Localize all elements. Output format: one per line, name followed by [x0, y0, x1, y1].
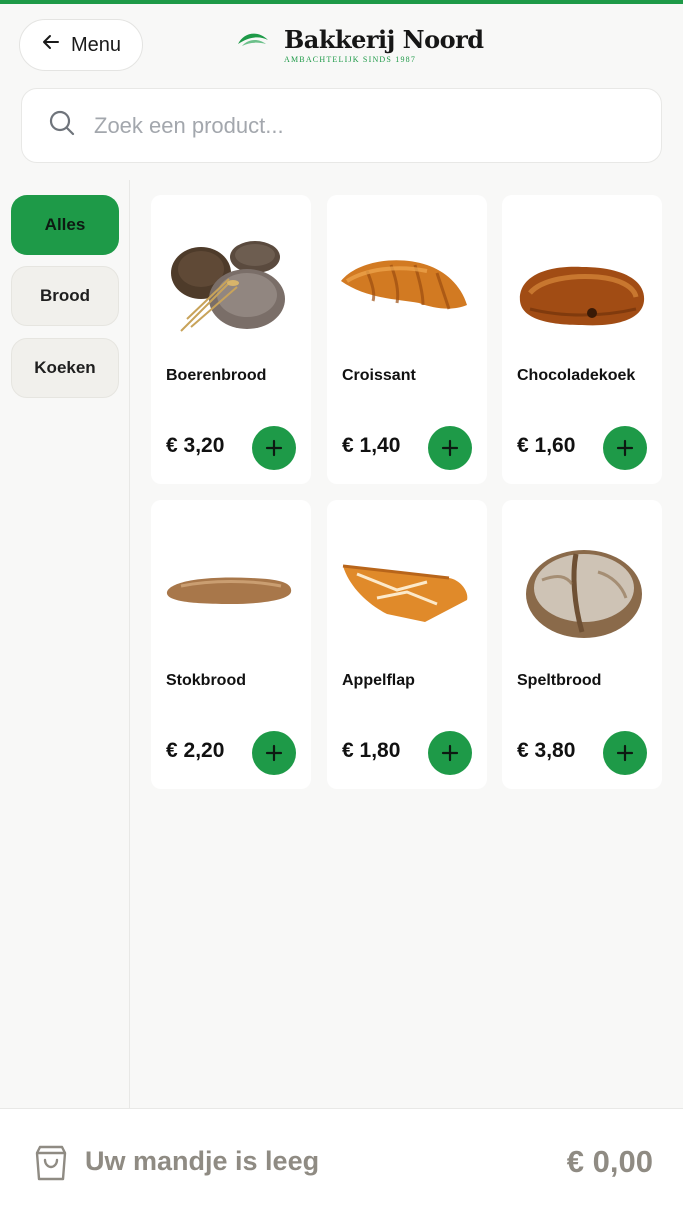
product-name: Boerenbrood: [166, 367, 267, 384]
brand-logo: Bakkerij Noord AMBACHTELIJK SINDS 1987: [236, 26, 484, 64]
product-card-chocoladekoek[interactable]: Chocoladekoek € 1,60: [502, 195, 662, 484]
leaf-logo-icon: [236, 30, 270, 55]
shopping-bag-icon: [32, 1143, 70, 1188]
croissant-image: [341, 260, 467, 310]
category-alles[interactable]: Alles: [11, 195, 119, 255]
back-to-menu-button[interactable]: Menu: [19, 19, 143, 71]
product-card-croissant[interactable]: Croissant € 1,40: [327, 195, 487, 484]
speltbrood-image: [526, 550, 642, 638]
plus-icon: [616, 744, 634, 762]
product-price: € 1,60: [517, 434, 576, 457]
add-to-cart-button[interactable]: [603, 426, 647, 470]
product-name: Speltbrood: [517, 672, 602, 689]
product-price: € 3,80: [517, 739, 576, 762]
arrow-left-icon: [41, 32, 61, 58]
category-koeken[interactable]: Koeken: [11, 338, 119, 398]
plus-icon: [616, 439, 634, 457]
cart-total: € 0,00: [566, 1144, 653, 1179]
product-name: Croissant: [342, 367, 416, 384]
product-card-appelflap[interactable]: Appelflap € 1,80: [327, 500, 487, 789]
chocoladekoek-image: [519, 266, 645, 326]
category-sidebar: Alles Brood Koeken: [0, 180, 130, 1108]
plus-icon: [265, 744, 283, 762]
add-to-cart-button[interactable]: [252, 426, 296, 470]
product-price: € 2,20: [166, 739, 225, 762]
stokbrood-image: [166, 577, 292, 604]
add-to-cart-button[interactable]: [603, 731, 647, 775]
category-brood[interactable]: Brood: [11, 266, 119, 326]
cart-footer[interactable]: Uw mandje is leeg € 0,00: [0, 1108, 683, 1214]
product-name: Stokbrood: [166, 672, 246, 689]
plus-icon: [265, 439, 283, 457]
plus-icon: [441, 439, 459, 457]
product-name: Appelflap: [342, 672, 415, 689]
appelflap-image: [342, 564, 468, 622]
product-card-stokbrood[interactable]: Stokbrood € 2,20: [151, 500, 311, 789]
boerenbrood-image: [171, 241, 285, 332]
plus-icon: [441, 744, 459, 762]
search-input[interactable]: [92, 111, 616, 140]
top-accent-bar: [0, 0, 683, 4]
product-card-speltbrood[interactable]: Speltbrood € 3,80: [502, 500, 662, 789]
cart-status: Uw mandje is leeg: [85, 1146, 320, 1176]
product-card-boerenbrood[interactable]: Boerenbrood € 3,20: [151, 195, 311, 484]
product-price: € 1,80: [342, 739, 401, 762]
product-name: Chocoladekoek: [517, 367, 636, 384]
back-to-menu-label: Menu: [70, 33, 122, 56]
add-to-cart-button[interactable]: [428, 731, 472, 775]
brand-name: Bakkerij Noord: [284, 25, 484, 54]
product-price: € 1,40: [342, 434, 401, 457]
brand-tagline: AMBACHTELIJK SINDS 1987: [284, 55, 417, 64]
add-to-cart-button[interactable]: [252, 731, 296, 775]
search-icon: [48, 109, 76, 142]
product-price: € 3,20: [166, 434, 225, 457]
search-bar[interactable]: [21, 88, 662, 163]
add-to-cart-button[interactable]: [428, 426, 472, 470]
